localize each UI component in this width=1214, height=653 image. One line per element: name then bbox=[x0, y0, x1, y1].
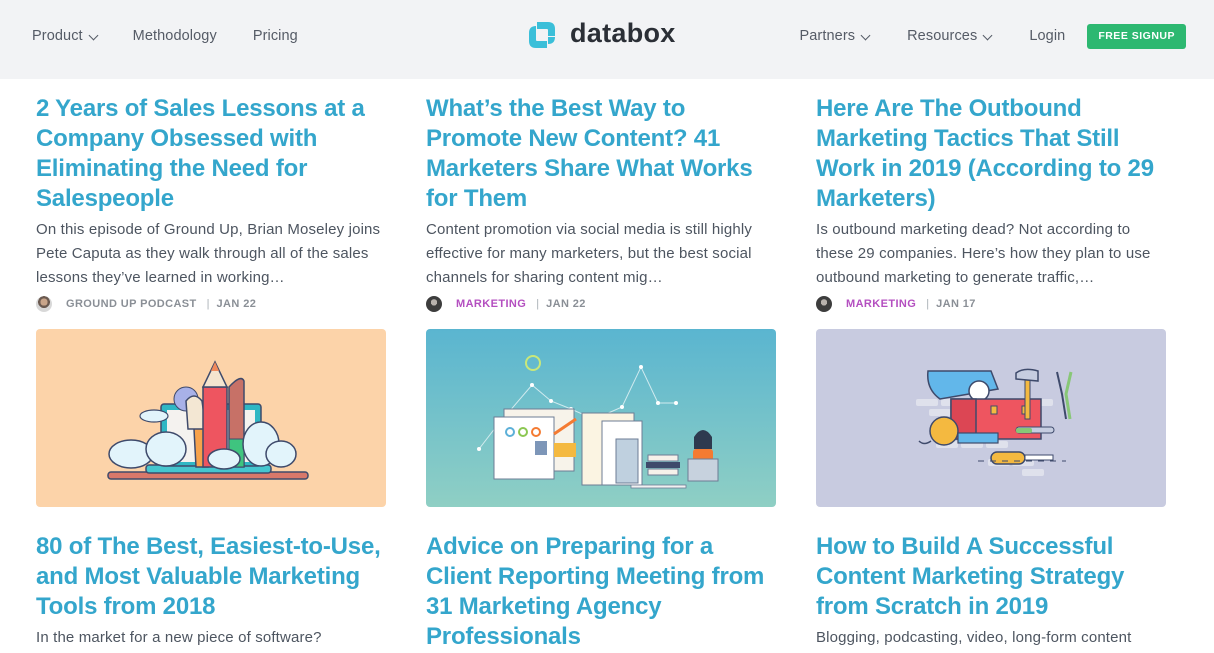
creative-tools-illustration bbox=[107, 360, 309, 480]
article-title[interactable]: 80 of The Best, Easiest-to-Use, and Most… bbox=[36, 532, 386, 622]
article-category[interactable]: MARKETING bbox=[456, 298, 526, 310]
nav-product-label: Product bbox=[32, 28, 83, 44]
article-thumbnail[interactable] bbox=[426, 329, 776, 507]
logo-text: databox bbox=[570, 18, 676, 48]
chevron-down-icon bbox=[860, 30, 871, 40]
toolbox-illustration bbox=[916, 368, 1073, 476]
primary-nav-left: Product Methodology Pricing bbox=[32, 0, 334, 72]
nav-login-label: Login bbox=[1029, 28, 1066, 44]
databox-logo[interactable]: databox bbox=[527, 18, 676, 50]
article-excerpt: Is outbound marketing dead? Not accordin… bbox=[816, 221, 1151, 286]
article-excerpt: Blogging, podcasting, video, long-form c… bbox=[816, 629, 1132, 646]
article-excerpt: In the market for a new piece of softwar… bbox=[36, 629, 322, 646]
meta-separator: | bbox=[926, 298, 930, 310]
article-card: 2 Years of Sales Lessons at a Company Ob… bbox=[36, 94, 386, 314]
article-card: What’s the Best Way to Promote New Conte… bbox=[426, 94, 776, 314]
article-meta: MARKETING | JAN 17 bbox=[816, 294, 1166, 314]
article-thumbnail[interactable] bbox=[816, 329, 1166, 507]
nav-pricing[interactable]: Pricing bbox=[253, 28, 298, 44]
site-header: Product Methodology Pricing databox Part… bbox=[0, 0, 1214, 79]
article-category[interactable]: MARKETING bbox=[846, 298, 916, 310]
nav-pricing-label: Pricing bbox=[252, 28, 298, 44]
article-card: Advice on Preparing for a Client Reporti… bbox=[426, 532, 776, 652]
free-signup-button[interactable]: FREE SIGNUP bbox=[1087, 23, 1186, 49]
meta-separator: | bbox=[536, 298, 540, 310]
article-card: 80 of The Best, Easiest-to-Use, and Most… bbox=[36, 532, 386, 650]
primary-nav-right: Partners Resources Login FREE SIGNUP bbox=[762, 0, 1186, 72]
databox-logo-icon bbox=[529, 22, 555, 48]
nav-methodology-label: Methodology bbox=[132, 28, 217, 44]
author-avatar bbox=[426, 296, 442, 312]
nav-partners[interactable]: Partners bbox=[799, 28, 871, 44]
article-date: JAN 17 bbox=[936, 298, 976, 310]
nav-partners-label: Partners bbox=[799, 28, 856, 44]
article-title[interactable]: Here Are The Outbound Marketing Tactics … bbox=[816, 94, 1166, 214]
article-meta: GROUND UP PODCAST | JAN 22 bbox=[36, 294, 386, 314]
author-avatar bbox=[36, 296, 52, 312]
article-title[interactable]: What’s the Best Way to Promote New Conte… bbox=[426, 94, 776, 214]
article-excerpt: Content promotion via social media is st… bbox=[426, 221, 752, 286]
nav-login[interactable]: Login bbox=[1029, 28, 1065, 44]
article-category[interactable]: GROUND UP PODCAST bbox=[66, 298, 197, 310]
nav-resources-label: Resources bbox=[907, 28, 978, 44]
article-title[interactable]: Advice on Preparing for a Client Reporti… bbox=[426, 532, 776, 652]
article-title[interactable]: How to Build A Successful Content Market… bbox=[816, 532, 1166, 622]
article-card: How to Build A Successful Content Market… bbox=[816, 532, 1166, 650]
article-title[interactable]: 2 Years of Sales Lessons at a Company Ob… bbox=[36, 94, 386, 214]
article-date: JAN 22 bbox=[216, 298, 257, 310]
chevron-down-icon bbox=[88, 30, 99, 40]
nav-resources[interactable]: Resources bbox=[907, 28, 993, 44]
nav-methodology[interactable]: Methodology bbox=[133, 28, 217, 44]
article-card: Here Are The Outbound Marketing Tactics … bbox=[816, 94, 1166, 314]
meta-separator: | bbox=[206, 298, 210, 310]
article-date: JAN 22 bbox=[546, 298, 586, 310]
chevron-down-icon bbox=[982, 30, 993, 40]
article-meta: MARKETING | JAN 22 bbox=[426, 294, 776, 314]
article-thumbnail[interactable] bbox=[36, 329, 386, 507]
author-avatar bbox=[816, 296, 832, 312]
article-excerpt: On this episode of Ground Up, Brian Mose… bbox=[36, 221, 381, 286]
marketing-reports-illustration bbox=[477, 355, 719, 489]
nav-product[interactable]: Product bbox=[32, 28, 99, 44]
